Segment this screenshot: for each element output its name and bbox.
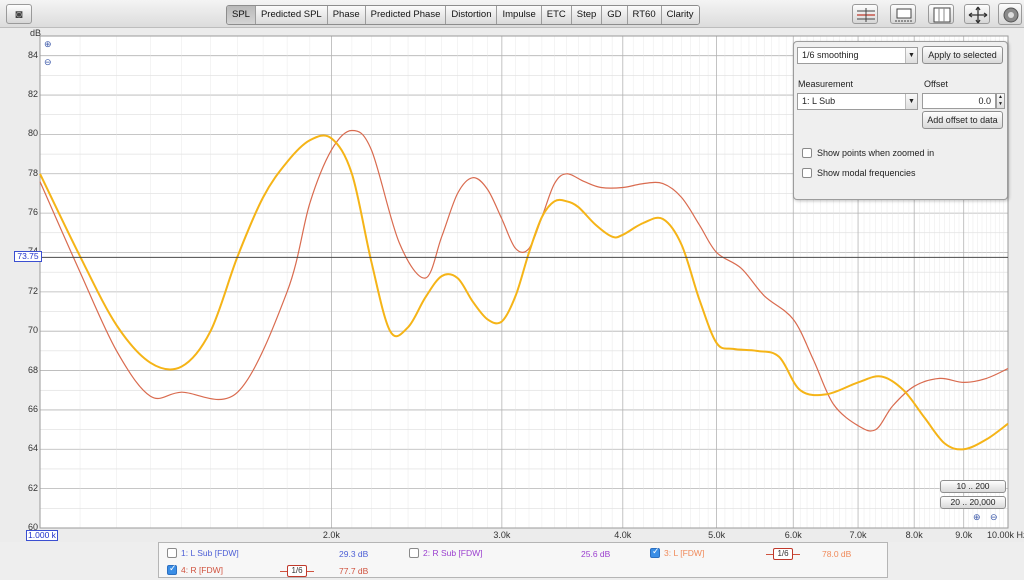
y-tick-label: 76 <box>27 207 38 218</box>
legend-value-r-sub: 25.6 dB <box>581 549 611 559</box>
x-tick-label: 6.0k <box>784 530 802 540</box>
show-modal-checkbox[interactable] <box>802 168 812 178</box>
y-tick-label: 64 <box>27 443 38 454</box>
y-tick-label: 84 <box>27 49 38 60</box>
measurement-label: Measurement <box>798 79 854 89</box>
graph-tabs: SPL Predicted SPL Phase Predicted Phase Dist… <box>226 5 700 25</box>
legend-label-r-sub: 2: R Sub [FDW] <box>423 548 483 558</box>
add-offset-button[interactable]: Add offset to data <box>922 111 1003 129</box>
measurement-value: 1: L Sub <box>802 96 836 106</box>
y-unit-label: dB <box>30 28 42 38</box>
y-tick-label: 62 <box>27 482 38 493</box>
legend-smoothing-l[interactable]: 1/6 <box>766 548 800 560</box>
split-panes-button[interactable] <box>928 4 954 24</box>
offset-input[interactable]: 0.0 <box>922 93 996 109</box>
legend-checkbox-r-sub[interactable] <box>409 548 419 558</box>
graph-controls-panel: 1/6 smoothing ▼ Apply to selected Measur… <box>793 41 1008 200</box>
x-tick-label: 9.0k <box>955 530 973 540</box>
legend-checkbox-r[interactable] <box>167 563 177 575</box>
toolbar: ◙ SPL Predicted SPL Phase Predicted Phase Di… <box>0 0 1024 28</box>
controls-toggle-icon <box>857 8 875 22</box>
y-tick-label: 70 <box>27 325 38 336</box>
tab-predicted-spl[interactable]: Predicted SPL <box>255 6 328 24</box>
pan-zoom-icon <box>968 6 988 24</box>
legend-label-r: 4: R [FDW] <box>181 565 224 575</box>
x-tick-label: 7.0k <box>849 530 867 540</box>
legend-item-r-sub[interactable]: 2: R Sub [FDW] <box>409 548 483 558</box>
screenshot-button[interactable]: ◙ <box>6 4 32 24</box>
legend-value-l: 78.0 dB <box>822 549 852 559</box>
legend-item-r[interactable]: 4: R [FDW] <box>167 563 224 575</box>
show-modal-row[interactable]: Show modal frequencies <box>802 168 916 178</box>
legend-smoothing-r[interactable]: 1/6 <box>280 565 314 577</box>
x-tick-label: 8.0k <box>905 530 923 540</box>
zoom-out-x-icon[interactable]: ⊖ <box>990 512 998 523</box>
show-points-checkbox[interactable] <box>802 148 812 158</box>
legend-toggle-button[interactable] <box>890 4 916 24</box>
show-points-row[interactable]: Show points when zoomed in <box>802 148 934 158</box>
smoothing-value: 1/6 smoothing <box>802 50 859 60</box>
tab-step[interactable]: Step <box>571 6 603 24</box>
zoom-in-x-icon[interactable]: ⊕ <box>973 512 981 523</box>
y-tick-label: 80 <box>27 128 38 139</box>
dropdown-arrow-icon: ▼ <box>905 94 917 109</box>
measurement-select[interactable]: 1: L Sub ▼ <box>797 93 918 110</box>
tab-spl[interactable]: SPL <box>227 6 256 24</box>
show-points-label: Show points when zoomed in <box>817 148 935 158</box>
capture-button[interactable] <box>998 3 1022 25</box>
y-tick-label: 68 <box>27 364 38 375</box>
tab-clarity[interactable]: Clarity <box>661 6 699 24</box>
controls-toggle-button[interactable] <box>852 4 878 24</box>
legend-checkbox-l-sub[interactable] <box>167 548 177 558</box>
y-tick-label: 78 <box>27 167 38 178</box>
legend-checkbox-l[interactable] <box>650 546 660 558</box>
x-tick-label: 5.0k <box>708 530 726 540</box>
capture-icon <box>1003 7 1019 23</box>
tab-etc[interactable]: ETC <box>541 6 572 24</box>
legend-label-l-sub: 1: L Sub [FDW] <box>181 548 239 558</box>
legend-toggle-icon <box>895 8 913 22</box>
zoom-out-y-icon[interactable]: ⊖ <box>44 57 52 68</box>
show-modal-label: Show modal frequencies <box>817 168 916 178</box>
range-20-20000-button[interactable]: 20 .. 20,000 <box>940 496 1006 509</box>
camera-icon: ◙ <box>15 7 23 21</box>
y-tick-label: 66 <box>27 403 38 414</box>
pan-zoom-button[interactable] <box>964 4 990 24</box>
legend-item-l-sub[interactable]: 1: L Sub [FDW] <box>167 548 239 558</box>
tab-rt60[interactable]: RT60 <box>627 6 662 24</box>
y-tick-label: 82 <box>27 89 38 100</box>
x-tick-label: 2.0k <box>322 530 340 540</box>
dropdown-arrow-icon: ▼ <box>905 48 917 63</box>
offset-label: Offset <box>924 79 948 89</box>
measurement-legend: 1: L Sub [FDW] 29.3 dB 2: R Sub [FDW] 25… <box>158 542 888 578</box>
rew-window: ◙ SPL Predicted SPL Phase Predicted Phase Di… <box>0 0 1024 580</box>
tab-gd[interactable]: GD <box>602 6 628 24</box>
x-tick-label: 4.0k <box>614 530 632 540</box>
split-panes-icon <box>933 7 951 23</box>
tab-impulse[interactable]: Impulse <box>497 6 542 24</box>
x-tick-label: 10.00k Hz <box>987 530 1024 540</box>
legend-value-l-sub: 29.3 dB <box>339 549 369 559</box>
y-tick-label: 72 <box>27 285 38 296</box>
x-tick-label: 3.0k <box>493 530 511 540</box>
legend-item-l[interactable]: 3: L [FDW] <box>650 546 705 558</box>
zoom-in-y-icon[interactable]: ⊕ <box>44 39 52 50</box>
legend-label-l: 3: L [FDW] <box>664 548 705 558</box>
start-frequency-badge[interactable]: 1.000 k <box>26 530 58 541</box>
tab-phase[interactable]: Phase <box>327 6 366 24</box>
tab-predicted-phase[interactable]: Predicted Phase <box>365 6 447 24</box>
smoothing-select[interactable]: 1/6 smoothing ▼ <box>797 47 918 64</box>
offset-stepper-icon[interactable]: ▲ ▼ <box>996 93 1005 109</box>
apply-to-selected-button[interactable]: Apply to selected <box>922 46 1003 64</box>
legend-value-r: 77.7 dB <box>339 566 369 576</box>
range-10-200-button[interactable]: 10 .. 200 <box>940 480 1006 493</box>
cursor-level-badge[interactable]: 73.75 <box>14 251 42 263</box>
tab-distortion[interactable]: Distortion <box>446 6 498 24</box>
